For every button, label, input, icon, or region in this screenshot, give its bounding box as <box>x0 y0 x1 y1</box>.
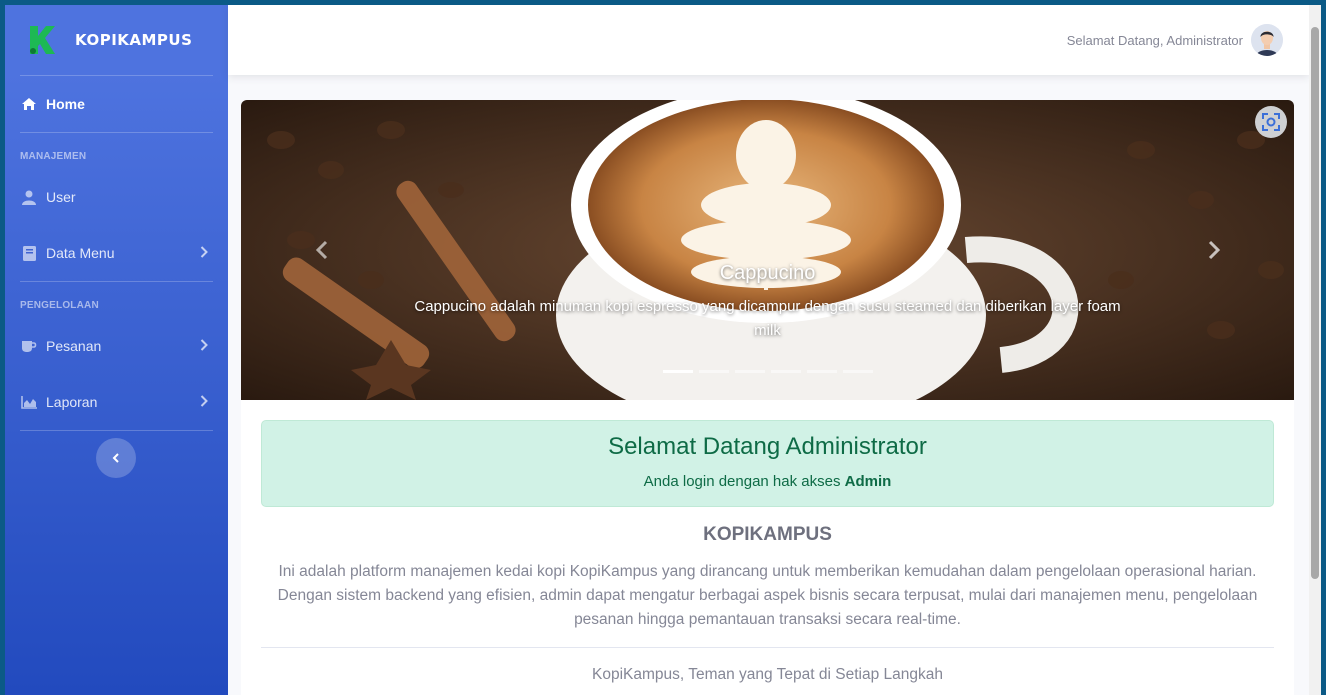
user-welcome-text[interactable]: Selamat Datang, Administrator <box>1067 33 1243 48</box>
sidebar-item-pesanan[interactable]: Pesanan <box>5 318 228 374</box>
k-logo-icon <box>30 26 55 54</box>
carousel: Cappucino Cappucino adalah minuman kopi … <box>241 100 1294 400</box>
chevron-left-icon <box>315 240 328 260</box>
carousel-prev-button[interactable] <box>313 238 333 262</box>
carousel-next-button[interactable] <box>1203 238 1223 262</box>
coffee-icon <box>21 338 37 354</box>
carousel-indicator[interactable] <box>699 370 729 373</box>
content-divider <box>261 647 1274 648</box>
alert-prefix: Anda login dengan hak akses <box>643 473 841 490</box>
tagline: KopiKampus, Teman yang Tepat di Setiap L… <box>591 666 943 683</box>
sidebar-heading-pengelolaan: PENGELOLAAN <box>20 300 99 311</box>
scan-icon <box>1262 113 1280 131</box>
carousel-indicator[interactable] <box>843 370 873 373</box>
carousel-image <box>241 100 1294 400</box>
book-icon <box>21 245 37 261</box>
sidebar-divider <box>20 430 213 431</box>
sidebar-item-user[interactable]: User <box>5 169 228 225</box>
sidebar-item-label: Laporan <box>46 394 98 410</box>
sidebar-item-label: Pesanan <box>46 338 102 354</box>
carousel-indicator[interactable] <box>735 370 765 373</box>
screen-capture-button[interactable] <box>1255 106 1287 138</box>
sidebar-item-label: User <box>46 189 76 205</box>
sidebar-item-data-menu[interactable]: Data Menu <box>5 225 228 281</box>
carousel-title: Cappucino <box>719 262 816 284</box>
carousel-text: Cappucino adalah minuman kopi espresso y… <box>414 298 1121 339</box>
alert-title: Selamat Datang Administrator <box>608 433 927 460</box>
sidebar-item-label: Data Menu <box>46 245 115 261</box>
chevron-right-icon <box>200 245 208 261</box>
sidebar-item-home[interactable]: Home <box>5 76 228 132</box>
carousel-indicator[interactable] <box>663 370 693 373</box>
carousel-caption: Cappucino Cappucino adalah minuman kopi … <box>401 262 1134 343</box>
topbar: Selamat Datang, Administrator <box>228 5 1309 75</box>
chevron-left-icon <box>112 453 119 463</box>
sidebar-item-label: Home <box>46 96 85 112</box>
brand[interactable]: KOPIKAMPUS <box>5 5 228 75</box>
app-window: KOPIKAMPUS Home MANAJEMEN User Data Menu <box>5 5 1321 695</box>
chevron-right-icon <box>1208 240 1221 260</box>
carousel-indicator[interactable] <box>807 370 837 373</box>
home-icon <box>21 96 37 112</box>
sidebar-item-laporan[interactable]: Laporan <box>5 374 228 430</box>
sidebar-toggle-button[interactable] <box>96 438 136 478</box>
user-icon <box>21 189 37 205</box>
content-card: Cappucino Cappucino adalah minuman kopi … <box>241 100 1294 695</box>
chevron-right-icon <box>200 338 208 354</box>
sidebar: KOPIKAMPUS Home MANAJEMEN User Data Menu <box>5 5 228 695</box>
sidebar-heading-manajemen: MANAJEMEN <box>20 151 87 162</box>
scrollbar-thumb[interactable] <box>1311 27 1319 579</box>
chevron-right-icon <box>200 394 208 410</box>
avatar[interactable] <box>1251 24 1283 56</box>
chart-area-icon <box>21 394 37 410</box>
page-scrollbar[interactable] <box>1309 5 1321 695</box>
carousel-indicators <box>663 370 873 373</box>
brand-name: KOPIKAMPUS <box>75 31 193 49</box>
about-text: Ini adalah platform manajemen kedai kopi… <box>277 563 1258 628</box>
carousel-indicator[interactable] <box>771 370 801 373</box>
about-title: KOPIKAMPUS <box>703 524 832 545</box>
alert-role: Admin <box>844 473 892 490</box>
welcome-alert: Selamat Datang Administrator Anda login … <box>261 420 1274 507</box>
alert-subtitle: Anda login dengan hak akses Admin <box>262 473 1273 490</box>
